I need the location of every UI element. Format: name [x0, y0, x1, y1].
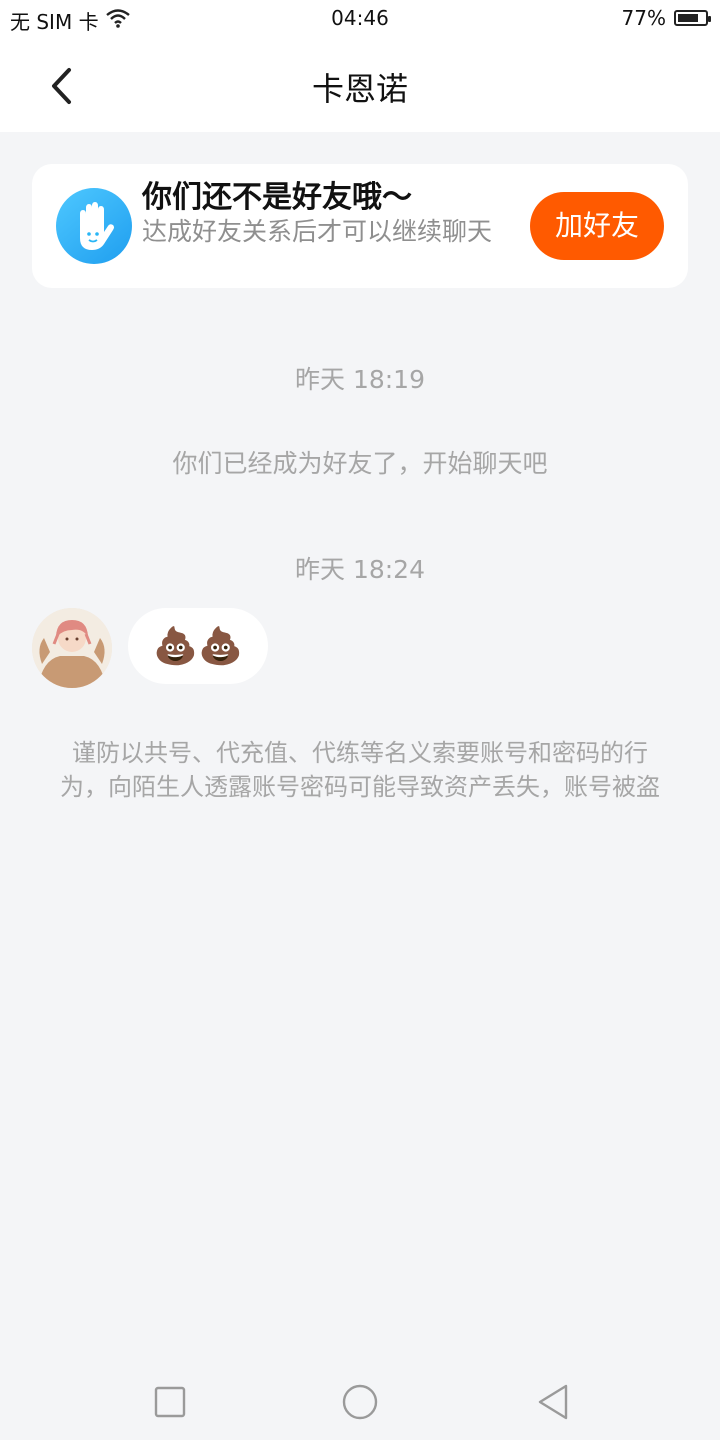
status-right: 77%	[621, 6, 711, 30]
timestamp: 昨天 18:19	[295, 365, 425, 394]
timestamp: 昨天 18:24	[295, 555, 425, 584]
poop-emoji-icon: 💩💩	[153, 626, 243, 667]
friend-request-banner: 你们还不是好友哦～ 达成好友关系后才可以继续聊天 加好友	[32, 164, 688, 288]
recent-apps-button[interactable]	[150, 1382, 190, 1422]
message-bubble[interactable]: 💩💩	[128, 608, 268, 684]
status-bar: 无 SIM 卡 04:46 77%	[0, 0, 720, 40]
battery-percent: 77%	[621, 6, 666, 30]
home-button[interactable]	[340, 1382, 380, 1422]
top-nav: 卡恩诺	[0, 40, 720, 132]
security-warning: 谨防以共号、代充值、代练等名义索要账号和密码的行为，向陌生人透露账号密码可能导致…	[60, 739, 660, 801]
page-title: 卡恩诺	[311, 70, 408, 108]
system-message: 你们已经成为好友了，开始聊天吧	[172, 449, 548, 478]
avatar[interactable]	[32, 608, 112, 688]
triangle-back-icon	[538, 1384, 568, 1420]
banner-title: 你们还不是好友哦～	[142, 180, 412, 215]
clock: 04:46	[331, 6, 389, 30]
add-friend-button[interactable]: 加好友	[530, 192, 664, 260]
system-nav-bar	[0, 1360, 720, 1440]
hand-wave-icon	[56, 188, 132, 264]
back-nav-button[interactable]	[534, 1382, 574, 1422]
banner-subtitle: 达成好友关系后才可以继续聊天	[142, 217, 493, 246]
battery-icon	[674, 10, 711, 26]
square-icon	[154, 1386, 186, 1418]
circle-icon	[342, 1384, 378, 1420]
battery-fill	[678, 14, 698, 22]
